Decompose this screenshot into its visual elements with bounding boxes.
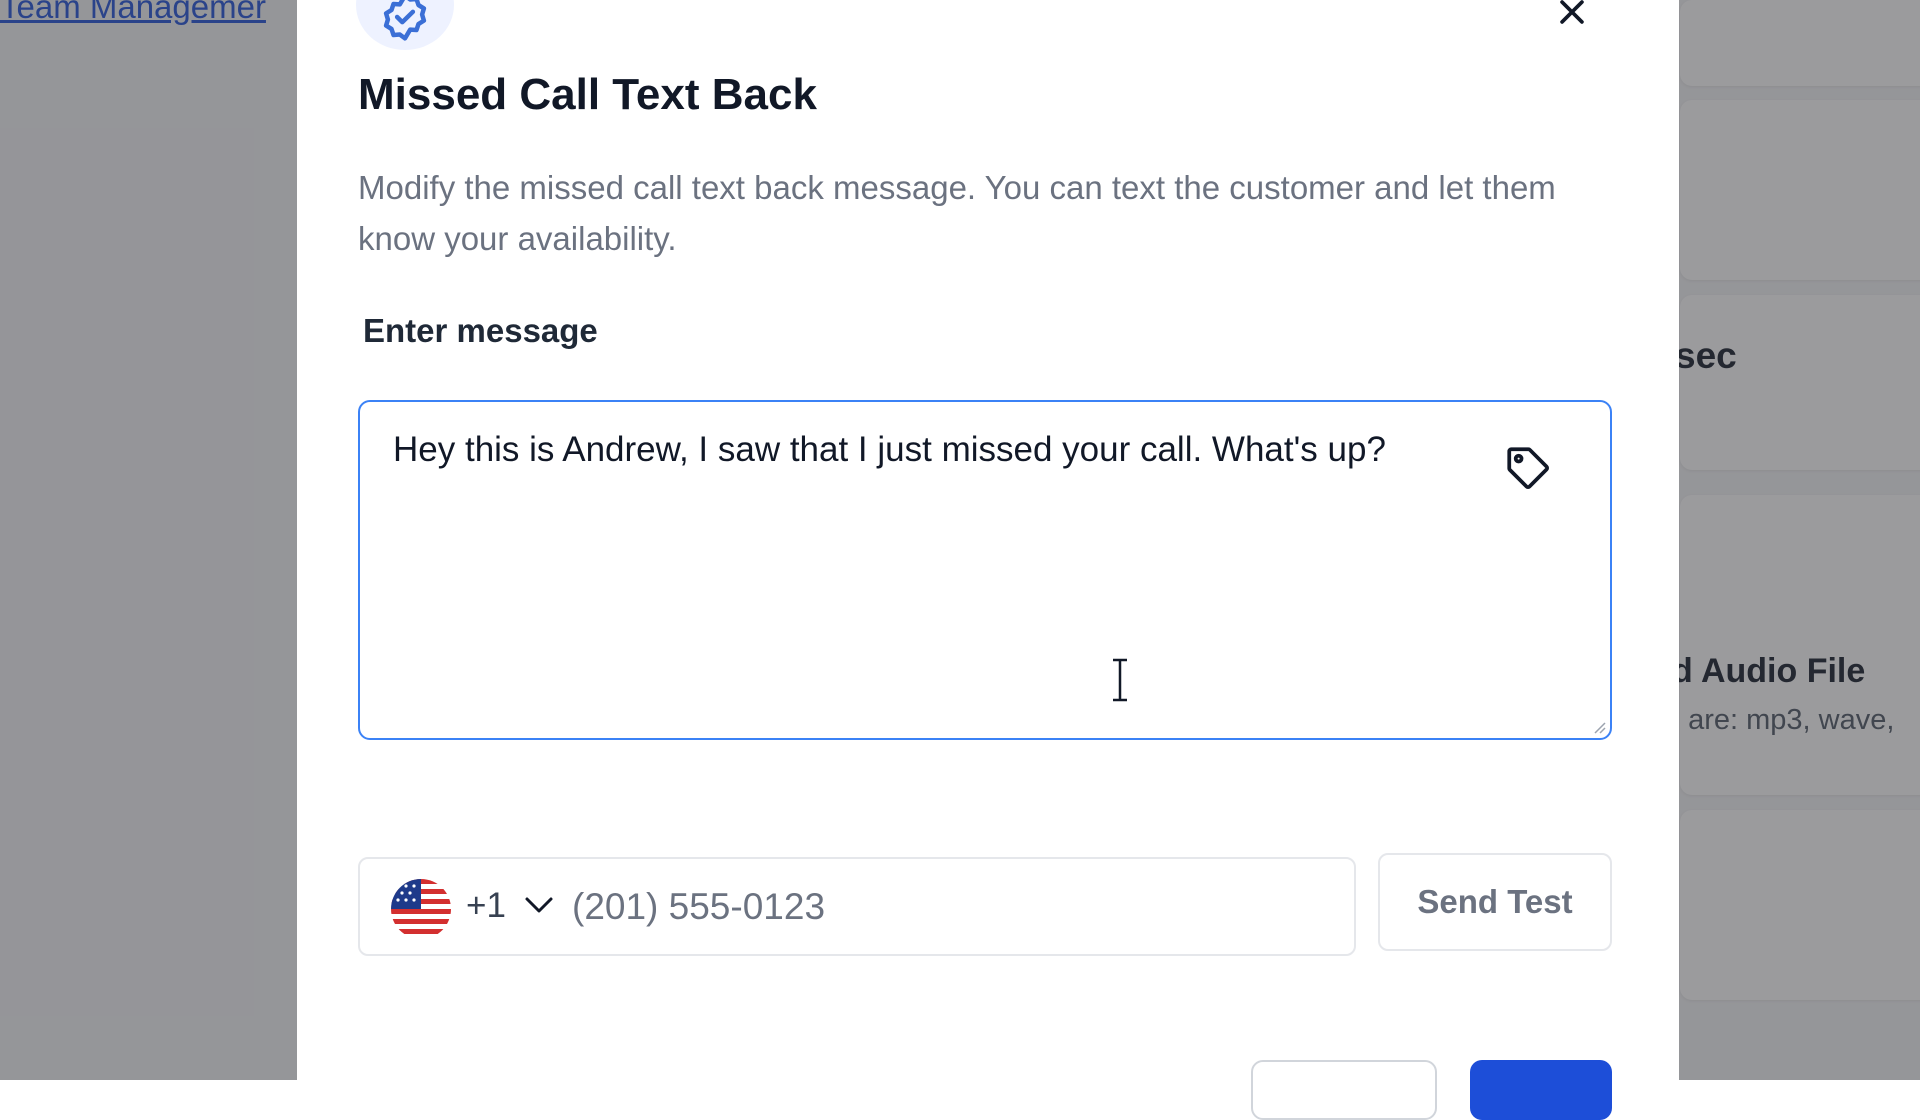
country-code[interactable]: +1 (466, 886, 506, 926)
send-test-button[interactable]: Send Test (1378, 853, 1612, 951)
message-field-label: Enter message (363, 312, 598, 349)
modal-title: Missed Call Text Back (358, 70, 817, 119)
save-button[interactable] (1470, 1060, 1612, 1120)
missed-call-text-back-modal: Missed Call Text Back Modify the missed … (297, 0, 1679, 1120)
modal-description: Modify the missed call text back message… (358, 169, 1556, 257)
us-flag-icon[interactable] (391, 879, 451, 939)
message-text[interactable]: Hey this is Andrew, I saw that I just mi… (393, 430, 1386, 470)
chevron-down-icon[interactable] (523, 894, 555, 916)
tag-icon[interactable] (1503, 443, 1553, 493)
text-cursor-icon (1113, 658, 1127, 702)
close-button[interactable] (1552, 0, 1592, 32)
check-badge-icon (383, 0, 427, 41)
resize-handle[interactable] (1592, 720, 1606, 734)
close-icon (1560, 0, 1584, 24)
cancel-button[interactable] (1251, 1060, 1437, 1120)
message-textarea[interactable]: Hey this is Andrew, I saw that I just mi… (358, 400, 1612, 740)
phone-input[interactable] (572, 881, 1332, 933)
phone-number-field[interactable]: +1 (358, 857, 1356, 956)
header-icon-badge (356, 0, 454, 50)
